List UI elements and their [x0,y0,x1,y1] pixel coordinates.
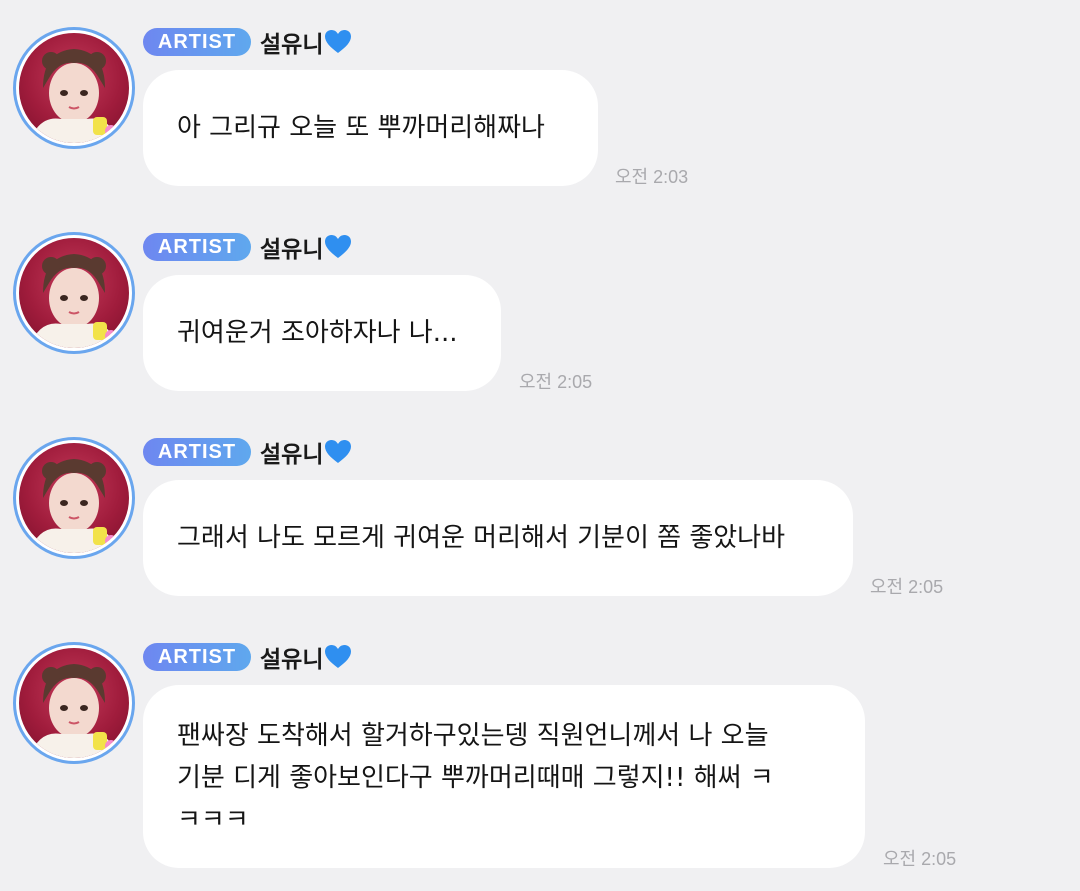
avatar[interactable] [13,27,135,149]
artist-badge: ARTIST [143,28,251,56]
message-text-line: 기분 디게 좋아보인다구 뿌까머리때매 그렇지!! 해써 ㅋ [177,763,774,793]
blue-heart-icon [325,440,352,463]
message-text: 그래서 나도 모르게 귀여운 머리해서 기분이 쫌 좋았나바 [177,523,786,553]
blue-heart-icon [325,645,352,668]
message-bubble[interactable]: 팬싸장 도착해서 할거하구있는뎅 직원언니께서 나 오늘 기분 디게 좋아보인다… [143,685,865,868]
blue-heart-icon [325,30,352,53]
message-text-line: ㅋㅋㅋ [177,805,249,835]
avatar[interactable] [13,437,135,559]
message-bubble[interactable]: 아 그리규 오늘 또 뿌까머리해짜나 [143,70,598,186]
artist-badge: ARTIST [143,233,251,261]
message-bubble[interactable]: 그래서 나도 모르게 귀여운 머리해서 기분이 쫌 좋았나바 [143,480,853,596]
blue-heart-icon [325,235,352,258]
message-bubble[interactable]: 귀여운거 조아하자나 나... [143,275,501,391]
message-time: 오전 2:05 [519,372,593,392]
avatar[interactable] [13,232,135,354]
avatar-photo [29,664,119,758]
message-text: 아 그리규 오늘 또 뿌까머리해짜나 [177,113,545,143]
message-time: 오전 2:05 [870,577,944,597]
avatar[interactable] [13,642,135,764]
sender-row: ARTIST 설유니 [143,25,352,59]
sender-name[interactable]: 설유니 [260,640,323,674]
sender-name[interactable]: 설유니 [260,435,323,469]
message-text: 귀여운거 조아하자나 나... [177,318,458,348]
artist-badge: ARTIST [143,643,251,671]
sender-row: ARTIST 설유니 [143,435,352,469]
message-text-line: 팬싸장 도착해서 할거하구있는뎅 직원언니께서 나 오늘 [177,721,769,751]
avatar-photo [29,459,119,553]
sender-row: ARTIST 설유니 [143,640,352,674]
message-time: 오전 2:03 [615,167,689,187]
avatar-photo [29,49,119,143]
sender-row: ARTIST 설유니 [143,230,352,264]
sender-name[interactable]: 설유니 [260,230,323,264]
avatar-photo [29,254,119,348]
message-time: 오전 2:05 [883,849,957,869]
sender-name[interactable]: 설유니 [260,25,323,59]
artist-badge: ARTIST [143,438,251,466]
